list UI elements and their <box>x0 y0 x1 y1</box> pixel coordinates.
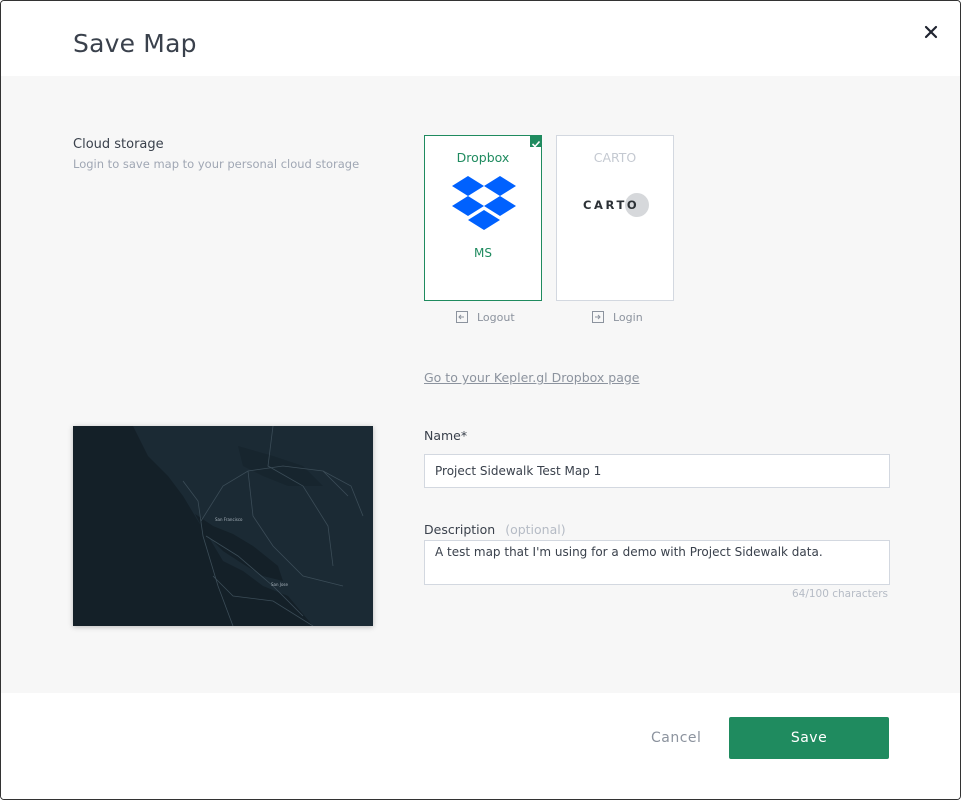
dialog-header: Save Map <box>1 1 960 76</box>
dialog-title: Save Map <box>73 29 197 58</box>
map-description-textarea[interactable]: A test map that I'm using for a demo wit… <box>424 540 890 585</box>
san-jose-label: San Jose <box>271 582 289 587</box>
close-icon[interactable] <box>922 23 940 41</box>
map-thumbnail: San Francisco San Jose <box>73 425 373 627</box>
save-map-dialog: Save Map Cloud storage Login to save map… <box>0 0 961 800</box>
dialog-footer: Cancel Save <box>1 693 960 799</box>
char-count: 64/100 characters <box>791 588 888 600</box>
provider-name-carto: CARTO <box>593 150 637 165</box>
logout-label: Logout <box>477 310 515 324</box>
provider-tile-carto[interactable]: CARTO CARTO <box>556 135 674 301</box>
carto-logo-text: CARTO <box>583 198 640 212</box>
provider-name-dropbox: Dropbox <box>456 150 510 165</box>
dropbox-logo-icon <box>452 176 516 238</box>
dropbox-page-link[interactable]: Go to your Kepler.gl Dropbox page <box>424 370 639 385</box>
cancel-button[interactable]: Cancel <box>651 730 701 746</box>
dialog-body: Cloud storage Login to save map to your … <box>1 76 960 693</box>
carto-login-button[interactable]: Login <box>592 310 643 324</box>
optional-label: (optional) <box>505 522 566 537</box>
save-button[interactable]: Save <box>729 717 889 759</box>
login-label: Login <box>613 310 643 324</box>
cloud-storage-title: Cloud storage <box>73 137 164 152</box>
login-icon <box>592 311 604 323</box>
description-label-row: Description (optional) <box>424 522 566 537</box>
dropbox-user-name: MS <box>474 246 492 260</box>
dropbox-logout-button[interactable]: Logout <box>456 310 515 324</box>
selected-check-icon <box>530 135 542 148</box>
description-label: Description <box>424 522 496 537</box>
map-name-input[interactable] <box>424 454 890 488</box>
cloud-storage-subtitle: Login to save map to your personal cloud… <box>73 157 360 171</box>
name-label: Name* <box>424 428 468 443</box>
map-thumbnail-image: San Francisco San Jose <box>73 425 373 627</box>
logout-icon <box>456 311 468 323</box>
carto-logo-icon: CARTO <box>583 193 653 217</box>
provider-tile-dropbox[interactable]: Dropbox MS <box>424 135 542 301</box>
san-francisco-label: San Francisco <box>215 517 243 522</box>
